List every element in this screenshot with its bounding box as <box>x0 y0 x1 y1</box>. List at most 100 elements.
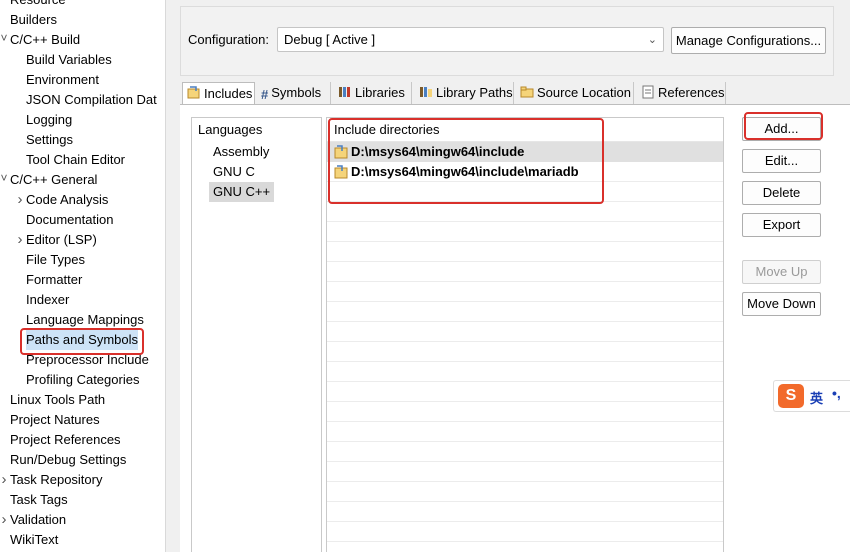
chevron-down-icon[interactable]: ˅ <box>0 31 9 45</box>
table-row-line <box>327 202 723 222</box>
tree-item[interactable]: Project References <box>10 430 121 450</box>
languages-list: Languages Assembly GNU C GNU C++ <box>191 117 322 552</box>
tree-item-label: Resource <box>10 0 66 7</box>
tab-includes[interactable]: Includes <box>182 82 255 105</box>
tree-item[interactable]: Task Tags <box>10 490 68 510</box>
language-item[interactable]: GNU C <box>209 162 259 182</box>
tab-source-location[interactable]: Source Location <box>516 82 634 104</box>
tree-item-label: Code Analysis <box>26 192 109 207</box>
tree-item[interactable]: Build Variables <box>26 50 112 70</box>
tree-item[interactable]: Linux Tools Path <box>10 390 105 410</box>
configuration-value: Debug [ Active ] <box>284 32 376 47</box>
tree-item[interactable]: Preprocessor Include <box>26 350 149 370</box>
tree-item-label: Editor (LSP) <box>26 232 97 247</box>
tree-item-label: Task Repository <box>10 472 103 487</box>
tree-item-label: Task Tags <box>10 492 68 507</box>
export-button[interactable]: Export <box>742 213 821 237</box>
tree-item[interactable]: Indexer <box>26 290 69 310</box>
tab-references[interactable]: References <box>637 82 726 104</box>
tree-item[interactable]: Paths and Symbols <box>26 330 139 350</box>
chevron-down-icon: ⌄ <box>647 34 657 46</box>
configuration-label: Configuration: <box>188 32 269 47</box>
tree-item[interactable]: Builders <box>10 10 57 30</box>
table-row-line <box>327 182 723 202</box>
chevron-down-icon[interactable]: ˅ <box>0 171 9 185</box>
tree-item[interactable]: WikiText <box>10 530 58 550</box>
tree-item-label: File Types <box>26 252 86 267</box>
tree-item-label: Settings <box>26 132 73 147</box>
tree-item[interactable]: C/C++ General <box>10 170 97 190</box>
ime-mode-label: 英 <box>810 391 824 406</box>
table-row-line <box>327 362 723 382</box>
include-directory-row[interactable]: D:\msys64\mingw64\include <box>327 142 723 162</box>
tab-library-paths[interactable]: Library Paths <box>415 82 514 104</box>
tree-item[interactable]: Editor (LSP) <box>26 230 97 250</box>
tree-item-label: Documentation <box>26 212 114 227</box>
tree-item[interactable]: Profiling Categories <box>26 370 139 390</box>
tree-item-label: Project Natures <box>10 412 100 427</box>
tree-item-label: C/C++ General <box>10 172 98 187</box>
tree-item[interactable]: JSON Compilation Dat <box>26 90 157 110</box>
tab-bar: Includes # Symbols Libraries Library Paths So… <box>180 82 850 105</box>
tree-item[interactable]: C/C++ Build <box>10 30 80 50</box>
chevron-right-icon[interactable]: › <box>0 511 9 528</box>
tree-item[interactable]: Task Repository <box>10 470 102 490</box>
language-item[interactable]: GNU C++ <box>209 182 275 202</box>
table-row-line <box>327 402 723 422</box>
tree-item-label: C/C++ Build <box>10 32 81 47</box>
tree-item-label: Linux Tools Path <box>10 392 106 407</box>
table-row-line <box>327 282 723 302</box>
tab-label: Source Location <box>537 85 631 100</box>
delete-button[interactable]: Delete <box>742 181 821 205</box>
tree-item[interactable]: Logging <box>26 110 72 130</box>
pane-divider[interactable] <box>166 0 180 552</box>
tab-symbols[interactable]: # Symbols <box>257 82 331 104</box>
tree-item[interactable]: File Types <box>26 250 85 270</box>
paths-and-symbols-page: Configuration: Debug [ Active ] ⌄ Manage… <box>180 0 850 552</box>
libraries-icon <box>338 84 352 105</box>
tree-item[interactable]: Settings <box>26 130 73 150</box>
table-row-line <box>327 522 723 542</box>
tree-item[interactable]: Code Analysis <box>26 190 108 210</box>
table-row-line <box>327 382 723 402</box>
edit-button[interactable]: Edit... <box>742 149 821 173</box>
tab-libraries[interactable]: Libraries <box>334 82 412 104</box>
chevron-right-icon[interactable]: › <box>15 191 25 208</box>
tree-item[interactable]: Resource <box>10 0 66 10</box>
table-row-line <box>327 222 723 242</box>
include-directory-path: D:\msys64\mingw64\include\mariadb <box>351 164 579 179</box>
chevron-right-icon[interactable]: › <box>15 231 25 248</box>
add-button[interactable]: Add... <box>742 117 821 141</box>
table-row-line <box>327 322 723 342</box>
table-row-line <box>327 442 723 462</box>
tree-item[interactable]: Tool Chain Editor <box>26 150 125 170</box>
tree-item-label: WikiText <box>10 532 59 547</box>
move-down-button[interactable]: Move Down <box>742 292 821 316</box>
move-up-button[interactable]: Move Up <box>742 260 821 284</box>
tree-item[interactable]: Run/Debug Settings <box>10 450 126 470</box>
tree-item[interactable]: Environment <box>26 70 99 90</box>
configuration-bar: Configuration: Debug [ Active ] ⌄ Manage… <box>180 6 834 76</box>
chevron-right-icon[interactable]: › <box>0 471 9 488</box>
tree-item[interactable]: Project Natures <box>10 410 100 430</box>
include-directory-row[interactable]: D:\msys64\mingw64\include\mariadb <box>327 162 723 182</box>
tree-item[interactable]: Language Mappings <box>26 310 144 330</box>
table-row-line <box>327 302 723 322</box>
ime-punctuation-label: •, <box>832 385 841 401</box>
ime-logo-icon: S <box>778 384 804 408</box>
source-location-icon <box>520 84 534 105</box>
tab-label: Library Paths <box>436 85 513 100</box>
configuration-select[interactable]: Debug [ Active ] ⌄ <box>277 27 664 52</box>
tree-item[interactable]: Validation <box>10 510 66 530</box>
tree-item-label: Logging <box>26 112 73 127</box>
ime-status-widget[interactable]: S 英 •, <box>773 380 850 412</box>
tree-item[interactable]: Documentation <box>26 210 113 230</box>
table-row-line <box>327 242 723 262</box>
tree-item-label: Profiling Categories <box>26 372 140 387</box>
tree-item-label: Formatter <box>26 272 83 287</box>
language-item[interactable]: Assembly <box>209 142 273 162</box>
include-directories-header: Include directories <box>327 118 723 142</box>
tree-item[interactable]: Formatter <box>26 270 82 290</box>
manage-configurations-button[interactable]: Manage Configurations... <box>671 27 826 54</box>
table-row-line <box>327 462 723 482</box>
